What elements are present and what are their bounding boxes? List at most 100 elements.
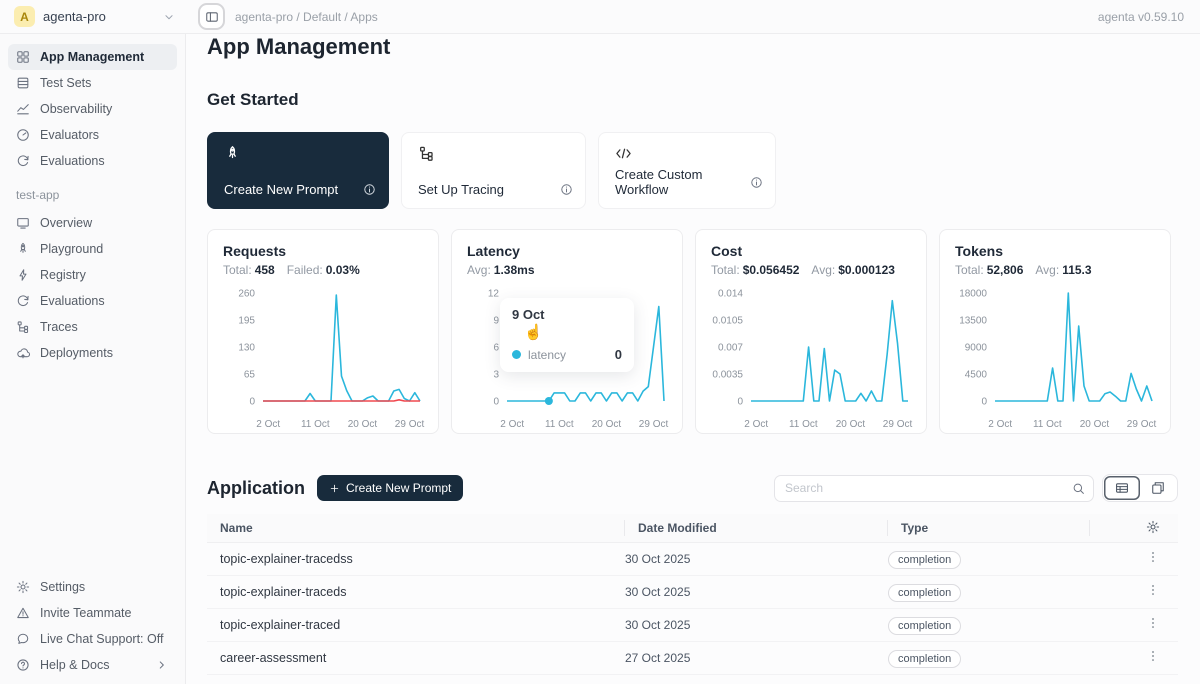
chart-icon xyxy=(16,102,30,116)
svg-text:0.0105: 0.0105 xyxy=(712,316,743,327)
table-row[interactable]: topic-explainer-tracedss30 Oct 2025compl… xyxy=(207,543,1178,576)
table-body: topic-explainer-tracedss30 Oct 2025compl… xyxy=(207,543,1178,675)
svg-text:2 Oct: 2 Oct xyxy=(256,419,280,430)
monitor-icon xyxy=(16,216,30,230)
info-icon[interactable] xyxy=(750,176,763,189)
workspace-avatar: A xyxy=(14,6,35,27)
sidebar-item-label: Overview xyxy=(40,216,92,230)
chart-title: Latency xyxy=(467,243,667,259)
sidebar-item-label: Observability xyxy=(40,102,112,116)
info-icon[interactable] xyxy=(560,183,573,196)
svg-text:20 Oct: 20 Oct xyxy=(348,419,378,430)
search-box xyxy=(774,475,1094,502)
sidebar-item-playground[interactable]: Playground xyxy=(8,236,177,262)
svg-text:6: 6 xyxy=(493,343,499,354)
table-row[interactable]: career-assessment27 Oct 2025completion xyxy=(207,642,1178,675)
sidebar-item-test-sets[interactable]: Test Sets xyxy=(8,70,177,96)
row-actions-menu-icon[interactable] xyxy=(1146,583,1160,597)
chevron-down-icon xyxy=(162,10,176,24)
row-actions-menu-icon[interactable] xyxy=(1146,550,1160,564)
sidebar-item-evaluations[interactable]: Evaluations xyxy=(8,148,177,174)
sidebar-item-app-management[interactable]: App Management xyxy=(8,44,177,70)
get-started-cards: Create New Prompt Set Up Tracing Create … xyxy=(207,132,1178,209)
svg-text:11 Oct: 11 Oct xyxy=(545,419,574,430)
chart-title: Tokens xyxy=(955,243,1155,259)
svg-text:130: 130 xyxy=(238,343,255,354)
table-view-button[interactable] xyxy=(1104,476,1140,500)
sidebar-item-label: Traces xyxy=(40,320,78,334)
search-input[interactable] xyxy=(775,481,1063,495)
svg-text:18000: 18000 xyxy=(959,289,987,300)
column-header-settings xyxy=(1090,520,1178,536)
triangle-icon xyxy=(16,606,30,620)
grid-icon xyxy=(16,50,30,64)
sidebar-item-observability[interactable]: Observability xyxy=(8,96,177,122)
create-new-prompt-card-label: Create New Prompt xyxy=(224,182,338,197)
chart-stats: Total:458 Failed:0.03% xyxy=(223,263,423,277)
code-icon xyxy=(615,145,759,162)
applications-table: Name Date Modified Type topic-explainer-… xyxy=(207,514,1178,675)
tree-icon xyxy=(16,320,30,334)
tooltip-date: 9 Oct xyxy=(512,307,622,322)
create-new-prompt-card[interactable]: Create New Prompt xyxy=(207,132,389,209)
sidebar-item-registry[interactable]: Registry xyxy=(8,262,177,288)
chart-stats: Avg:1.38ms xyxy=(467,263,667,277)
svg-text:13500: 13500 xyxy=(959,316,987,327)
workspace-switcher[interactable]: A agenta-pro xyxy=(0,6,186,27)
svg-text:2 Oct: 2 Oct xyxy=(988,419,1012,430)
sidebar-toggle-button[interactable] xyxy=(198,3,225,30)
tooltip-value: 0 xyxy=(615,347,622,362)
svg-text:2 Oct: 2 Oct xyxy=(744,419,768,430)
table-row[interactable]: topic-explainer-traceds30 Oct 2025comple… xyxy=(207,576,1178,609)
sidebar-item-live-chat-support-off[interactable]: Live Chat Support: Off xyxy=(8,626,177,652)
sidebar-item-label: Evaluations xyxy=(40,154,105,168)
sidebar-item-invite-teammate[interactable]: Invite Teammate xyxy=(8,600,177,626)
app-type-badge: completion xyxy=(888,551,961,569)
tooltip-series-label: latency xyxy=(528,348,566,362)
card-view-icon xyxy=(1151,481,1165,495)
sidebar-item-evaluations[interactable]: Evaluations xyxy=(8,288,177,314)
table-row[interactable]: topic-explainer-traced30 Oct 2025complet… xyxy=(207,609,1178,642)
app-date-modified: 27 Oct 2025 xyxy=(625,651,888,665)
page-title: App Management xyxy=(207,34,1178,60)
svg-text:260: 260 xyxy=(238,289,255,300)
chat-icon xyxy=(16,632,30,646)
column-header-name[interactable]: Name xyxy=(207,520,625,536)
workspace-name: agenta-pro xyxy=(43,9,106,24)
sidebar-item-traces[interactable]: Traces xyxy=(8,314,177,340)
cost-chart-card: Cost Total:$0.056452 Avg:$0.000123 00.00… xyxy=(695,229,927,434)
sidebar-item-label: Evaluators xyxy=(40,128,99,142)
sidebar-footer-nav: Settings Invite Teammate Live Chat Support… xyxy=(8,574,177,678)
app-date-modified: 30 Oct 2025 xyxy=(625,618,888,632)
sidebar-item-label: Playground xyxy=(40,242,103,256)
create-custom-workflow-card[interactable]: Create Custom Workflow xyxy=(598,132,776,209)
svg-text:195: 195 xyxy=(238,316,255,327)
gauge-icon xyxy=(16,128,30,142)
bolt-icon xyxy=(16,268,30,282)
info-icon[interactable] xyxy=(363,183,376,196)
gear-icon xyxy=(16,580,30,594)
svg-text:0.0035: 0.0035 xyxy=(712,370,743,381)
sidebar-item-label: Invite Teammate xyxy=(40,606,131,620)
row-actions-menu-icon[interactable] xyxy=(1146,616,1160,630)
svg-text:11 Oct: 11 Oct xyxy=(301,419,330,430)
latency-chart-card: Latency Avg:1.38ms 0369122 Oct11 Oct20 O… xyxy=(451,229,683,434)
breadcrumb[interactable]: agenta-pro / Default / Apps xyxy=(235,10,378,24)
card-view-button[interactable] xyxy=(1140,476,1176,500)
sidebar-main-nav: App Management Test Sets Observability Eval… xyxy=(8,44,177,174)
search-icon[interactable] xyxy=(1063,482,1093,495)
sidebar-item-deployments[interactable]: Deployments xyxy=(8,340,177,366)
svg-text:9: 9 xyxy=(493,316,499,327)
create-new-prompt-button[interactable]: Create New Prompt xyxy=(317,475,463,501)
column-header-type[interactable]: Type xyxy=(888,520,1090,536)
sidebar-item-help-docs[interactable]: Help & Docs xyxy=(8,652,177,678)
row-actions-menu-icon[interactable] xyxy=(1146,649,1160,663)
sidebar-item-settings[interactable]: Settings xyxy=(8,574,177,600)
sidebar-item-overview[interactable]: Overview xyxy=(8,210,177,236)
set-up-tracing-card[interactable]: Set Up Tracing xyxy=(401,132,586,209)
sidebar: App Management Test Sets Observability Eval… xyxy=(0,34,186,684)
gear-icon[interactable] xyxy=(1146,520,1160,534)
column-header-date-modified[interactable]: Date Modified xyxy=(625,520,888,536)
sidebar-item-evaluators[interactable]: Evaluators xyxy=(8,122,177,148)
sidebar-item-label: App Management xyxy=(40,50,144,64)
